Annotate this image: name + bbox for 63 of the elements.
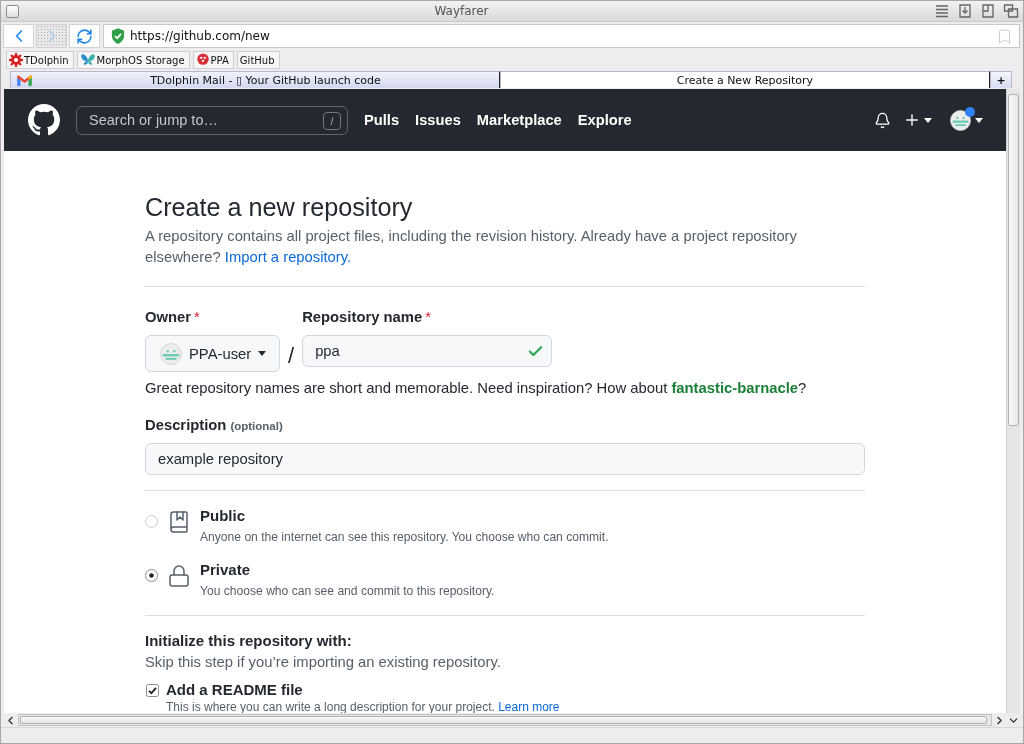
badge-icon [195,53,210,67]
bookmark-button[interactable]: PPA [192,51,234,69]
description-field[interactable]: example repository [145,443,865,475]
caret-icon[interactable] [975,117,983,123]
radio-button[interactable] [145,569,158,582]
scrollbar-thumb[interactable] [20,716,987,724]
butterfly-icon [79,53,96,67]
import-link[interactable]: Import a repository. [224,249,352,265]
option-title: Private [200,560,252,580]
new-tab-button[interactable]: + [990,71,1012,88]
overlap-windows-icon[interactable] [1003,3,1019,19]
option-description: This is where you can write a long description for your project. Learn more [166,700,561,713]
name-hint: Great repository names are short and memorable. Need inspiration? How about fantastic-barnacle? [145,379,808,398]
option-description: You choose who can see and commit to this repository. [200,583,495,600]
horizontal-scrollbar[interactable] [18,714,992,726]
owner-dropdown[interactable]: PPA-user [145,335,280,372]
repository-name-label: Repository name * [302,308,432,327]
checkbox[interactable] [146,683,159,697]
bookmark-button[interactable]: MorphOS Storage [76,51,190,69]
menu-icon[interactable] [934,3,950,19]
owner-label: Owner * [145,308,201,327]
plus-icon[interactable] [903,111,921,129]
lock-icon [167,564,191,588]
back-button[interactable] [3,24,34,48]
caret-icon[interactable] [258,351,267,356]
section-description: Skip this step if you’re importing an existing repository. [145,653,502,672]
browser-tab[interactable]: Create a New Repository [500,71,990,88]
radio-button[interactable] [145,515,158,528]
reload-icon [76,27,93,45]
url-text: https://github.com/new [130,28,270,44]
option-title: Public [200,506,246,526]
option-description: Anyone on the internet can see this repository. You choose who can commit. [200,529,609,546]
section-title: Initialize this repository with: [145,631,353,651]
vertical-scrollbar[interactable] [1006,89,1020,713]
book-icon [167,510,191,534]
window-title: Wayfarer [434,3,489,19]
window-icon[interactable] [980,3,996,19]
separator-text: / [288,343,295,369]
bell-icon[interactable] [874,111,891,129]
scrollbar-thumb[interactable] [1008,94,1019,426]
repository-name-field[interactable]: ppa [302,335,553,367]
nav-link[interactable]: Pulls [364,110,400,130]
mail-icon [17,74,32,86]
bookmark-button[interactable]: GitHub [236,51,280,69]
intro-text: A repository contains all project files, including the revision history. Already have a project repository elsewhere? Import a repository. [145,227,798,267]
logo-icon[interactable] [28,104,60,136]
download-icon[interactable] [957,3,973,19]
reload-button[interactable] [69,24,100,48]
address-field[interactable]: https://github.com/new [103,24,1020,48]
avatar-icon[interactable] [950,109,971,131]
checkbox-label: Add a README file [166,680,303,700]
page-title: Create a new repository [145,192,414,222]
learn-more-link[interactable]: Learn more [498,700,560,713]
browser-tab[interactable]: TDolphin Mail - ▯ Your GitHub launch code [10,71,500,88]
shortcut-key: / [323,111,341,130]
description-label: Description (optional) [145,416,284,435]
nav-link[interactable]: Issues [415,110,461,130]
nav-link[interactable]: Marketplace [476,110,562,130]
bookmark-button[interactable]: TDolphin [6,51,74,69]
gear-icon [9,53,23,67]
caret-icon[interactable] [924,117,932,123]
nav-link[interactable]: Explore [577,110,632,130]
close-button[interactable] [6,4,19,18]
